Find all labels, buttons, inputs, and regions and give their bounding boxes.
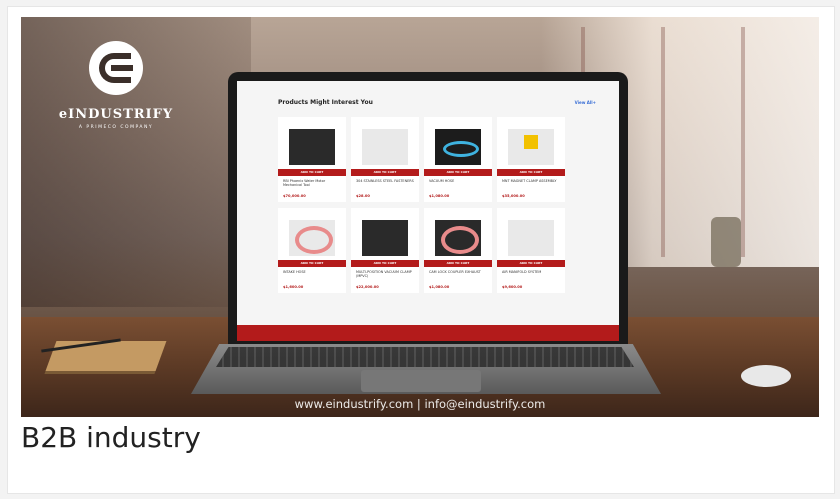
product-card[interactable]: ADD TO CART AIR MANIFOLD SYSTEM $9,600.0… — [497, 208, 565, 293]
product-price: $1,600.00 — [283, 285, 304, 289]
brand-logo: eINDUSTRIFY A PRIMECO COMPANY — [56, 41, 176, 151]
add-to-cart-button[interactable]: ADD TO CART — [497, 260, 565, 267]
product-card[interactable]: ADD TO CART VACUUM HOSE $1,080.00 — [424, 117, 492, 202]
product-name: MNT MAGNET CLAMP ASSEMBLY — [502, 179, 557, 183]
product-name: 304 STAINLESS STEEL FASTENERS — [356, 179, 414, 183]
brand-name: eINDUSTRIFY — [58, 107, 174, 122]
computer-mouse — [741, 365, 791, 387]
manifold-image — [508, 220, 554, 256]
add-to-cart-button[interactable]: ADD TO CART — [424, 169, 492, 176]
product-name: MULTI-POSITION VACUUM CLAMP (MPVC) — [356, 270, 412, 278]
magnet-clamp-image — [508, 129, 554, 165]
product-price: $22,000.00 — [356, 285, 379, 289]
logo-icon — [89, 41, 143, 95]
add-to-cart-button[interactable]: ADD TO CART — [424, 260, 492, 267]
product-price: $9,600.00 — [502, 285, 523, 289]
product-card[interactable]: ADD TO CART MULTI-POSITION VACUUM CLAMP … — [351, 208, 419, 293]
view-all-link[interactable]: View All+ — [575, 100, 596, 105]
pink-hose-image — [289, 220, 335, 256]
product-price: $35,000.00 — [502, 194, 525, 198]
product-card[interactable]: ADD TO CART RBI Phoenix Water Motor Mech… — [278, 117, 346, 202]
coupler-hose-image — [435, 220, 481, 256]
laptop-keyboard — [216, 347, 634, 367]
product-name: VACUUM HOSE — [429, 179, 455, 183]
plant — [711, 217, 741, 267]
product-name: CAM LOCK COUPLER EXHAUST — [429, 270, 481, 274]
product-price: $28.00 — [356, 194, 370, 198]
product-card[interactable]: ADD TO CART 304 STAINLESS STEEL FASTENER… — [351, 117, 419, 202]
blue-hose-image — [435, 129, 481, 165]
brand-tagline: A PRIMECO COMPANY — [78, 125, 154, 130]
add-to-cart-button[interactable]: ADD TO CART — [351, 260, 419, 267]
fasteners-image — [362, 129, 408, 165]
image-caption: B2B industry — [21, 421, 201, 454]
contact-text: www.eindustrify.com | info@eindustrify.c… — [294, 397, 546, 411]
laptop-trackpad — [361, 370, 481, 392]
product-price: $1,080.00 — [429, 194, 450, 198]
product-card[interactable]: ADD TO CART MNT MAGNET CLAMP ASSEMBLY $3… — [497, 117, 565, 202]
product-card[interactable]: ADD TO CART INTAKE HOSE $1,600.00 — [278, 208, 346, 293]
product-price: $70,000.00 — [283, 194, 306, 198]
add-to-cart-button[interactable]: ADD TO CART — [351, 169, 419, 176]
add-to-cart-button[interactable]: ADD TO CART — [497, 169, 565, 176]
power-tool-image — [289, 129, 335, 165]
window-frame — [661, 27, 665, 257]
product-name: AIR MANIFOLD SYSTEM — [502, 270, 542, 274]
product-name: RBI Phoenix Water Motor Mechanical Tool — [283, 179, 326, 187]
vacuum-clamp-image — [362, 220, 408, 256]
product-price: $1,080.00 — [429, 285, 450, 289]
product-name: INTAKE HOSE — [283, 270, 306, 274]
section-title: Products Might Interest You — [278, 99, 373, 106]
laptop-display: Products Might Interest You View All+ AD… — [237, 81, 619, 341]
product-card[interactable]: ADD TO CART CAM LOCK COUPLER EXHAUST $1,… — [424, 208, 492, 293]
add-to-cart-button[interactable]: ADD TO CART — [278, 260, 346, 267]
add-to-cart-button[interactable]: ADD TO CART — [278, 169, 346, 176]
screen-footer-band — [237, 325, 619, 341]
window-frame — [741, 27, 745, 257]
hero-image: eINDUSTRIFY A PRIMECO COMPANY Products M… — [21, 17, 819, 417]
laptop: Products Might Interest You View All+ AD… — [228, 72, 628, 344]
